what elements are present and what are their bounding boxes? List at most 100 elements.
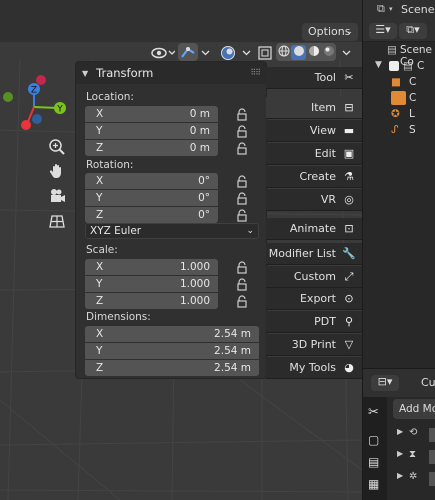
- expand-triangle-icon[interactable]: ▶: [397, 427, 403, 436]
- tab-view[interactable]: View ▬: [266, 120, 362, 142]
- checkbox-icon[interactable]: [389, 61, 399, 71]
- camera-icon[interactable]: [46, 187, 68, 209]
- zoom-icon[interactable]: [46, 138, 68, 160]
- lock-icon[interactable]: [236, 175, 248, 189]
- collapse-triangle-icon[interactable]: ▼: [82, 69, 88, 78]
- tab-label: Export: [299, 292, 336, 305]
- scale-y-field[interactable]: Y 1.000: [85, 276, 218, 292]
- scale-z-field[interactable]: Z 1.000: [85, 293, 218, 309]
- tab-label: VR: [320, 193, 336, 206]
- axis-label: Y: [96, 192, 103, 204]
- add-modifier-button[interactable]: Add Modi: [393, 399, 435, 419]
- editor-type-icon[interactable]: ☰▾: [369, 23, 397, 39]
- outliner-row-label: C: [409, 92, 417, 104]
- lock-icon[interactable]: [236, 278, 248, 292]
- scene-icon[interactable]: ⧉: [377, 2, 385, 16]
- scale-x-field[interactable]: X 1.000: [85, 259, 218, 275]
- render-properties-icon[interactable]: ▢: [368, 433, 379, 447]
- dimensions-z-field[interactable]: Z 2.54 m: [85, 360, 259, 376]
- cube-row[interactable]: C: [363, 91, 435, 106]
- ortho-grid-icon[interactable]: [46, 212, 68, 234]
- location-z-field[interactable]: Z 0 m: [85, 140, 218, 156]
- 3d-viewport[interactable]: Options ⌄ Z Y ▼ Transform ⠿⠿ Location: X…: [0, 0, 362, 500]
- overlays-icon[interactable]: [218, 43, 238, 63]
- output-properties-icon[interactable]: ▤: [368, 455, 379, 469]
- editor-type-icon[interactable]: ⊟▾: [371, 375, 399, 391]
- tab-label: Modifier List: [268, 247, 336, 260]
- tool-icon: ✂: [344, 70, 354, 84]
- modifier-name-field[interactable]: [429, 472, 435, 486]
- tab-edit[interactable]: Edit ▣: [266, 143, 362, 165]
- scene-collection-row[interactable]: ▤ Scene Co: [363, 44, 435, 68]
- drag-handle-icon[interactable]: ⠿⠿: [250, 68, 261, 77]
- tab-pdt[interactable]: PDT ⚲: [266, 311, 362, 333]
- modifier-row[interactable]: ▶ ⟲: [391, 427, 435, 445]
- expand-triangle-icon[interactable]: ▼: [375, 60, 382, 70]
- panel-title: Transform: [96, 66, 154, 80]
- tab-my-tools[interactable]: My Tools ◕: [266, 357, 362, 379]
- rotation-y-field[interactable]: Y 0°: [85, 190, 218, 206]
- gizmo-toggle-icon[interactable]: [178, 43, 198, 61]
- collection-row[interactable]: ▼ ▤ C: [363, 60, 435, 74]
- tab-3d-print[interactable]: 3D Print ▽: [266, 334, 362, 356]
- outliner-row-label: L: [409, 108, 415, 120]
- gizmo-y-label: Y: [56, 105, 63, 115]
- chevron-down-icon[interactable]: [340, 43, 352, 63]
- tab-vr[interactable]: VR ◎: [266, 189, 362, 211]
- display-mode-icon[interactable]: ⧉▾: [399, 23, 427, 39]
- chevron-down-icon[interactable]: ▾: [389, 5, 393, 13]
- lock-icon[interactable]: [236, 209, 248, 223]
- expand-triangle-icon[interactable]: ▶: [397, 471, 403, 480]
- outliner-row-label: C: [417, 60, 425, 72]
- chevron-down-icon: ⌄: [246, 226, 254, 236]
- animate-icon: ⊡: [344, 221, 354, 235]
- tab-label: Tool: [314, 71, 336, 84]
- dimensions-y-field[interactable]: Y 2.54 m: [85, 343, 259, 359]
- lock-icon[interactable]: [236, 261, 248, 275]
- view-layer-icon[interactable]: ▦: [368, 477, 379, 491]
- tab-animate[interactable]: Animate ⊡: [266, 218, 362, 240]
- tab-create[interactable]: Create ⚗: [266, 166, 362, 188]
- modifier-name-field[interactable]: [429, 450, 435, 464]
- lock-icon[interactable]: [236, 295, 248, 309]
- xray-toggle-icon[interactable]: [256, 43, 274, 63]
- modifier-name-field[interactable]: [429, 428, 435, 442]
- lock-icon[interactable]: [236, 192, 248, 206]
- dimensions-x-field[interactable]: X 2.54 m: [85, 326, 259, 342]
- options-dropdown[interactable]: Options ⌄: [302, 23, 358, 41]
- rendered-shading-icon[interactable]: [321, 45, 336, 60]
- rotation-z-field[interactable]: Z 0°: [85, 207, 218, 223]
- modifier-row[interactable]: ▶ ⧗: [391, 449, 435, 467]
- visibility-eye-icon[interactable]: [150, 43, 176, 63]
- light-row[interactable]: ✪ L: [363, 108, 435, 122]
- rotation-mode-dropdown[interactable]: XYZ Euler ⌄: [85, 223, 259, 239]
- location-y-field[interactable]: Y 0 m: [85, 123, 218, 139]
- location-x-field[interactable]: X 0 m: [85, 106, 218, 122]
- chevron-down-icon[interactable]: [240, 43, 252, 63]
- material-shading-icon[interactable]: [306, 45, 321, 60]
- expand-triangle-icon[interactable]: ▶: [397, 449, 403, 458]
- tab-modifier-list[interactable]: Modifier List 🔧: [266, 243, 362, 265]
- lock-icon[interactable]: [236, 142, 248, 156]
- lock-icon[interactable]: [236, 108, 248, 122]
- chevron-down-icon[interactable]: [199, 43, 211, 63]
- lock-icon[interactable]: [236, 125, 248, 139]
- curve-object-icon: ᔑ: [391, 124, 399, 136]
- transform-panel-header[interactable]: ▼ Transform ⠿⠿: [76, 62, 266, 84]
- object-row[interactable]: ᔑ S: [363, 124, 435, 138]
- scene-name[interactable]: Scene: [401, 3, 435, 16]
- tab-custom[interactable]: Custom ⤢: [266, 266, 362, 288]
- wireframe-shading-icon[interactable]: [276, 45, 291, 60]
- print-icon: ▽: [344, 337, 354, 351]
- solid-shading-icon[interactable]: [291, 44, 306, 60]
- tab-tool[interactable]: Tool ✂: [266, 67, 362, 89]
- tab-item[interactable]: Item ⊟: [266, 97, 362, 119]
- camera-row[interactable]: ■ C: [363, 76, 435, 90]
- modifier-row[interactable]: ▶ ✲: [391, 471, 435, 489]
- navigation-gizmo[interactable]: Z Y: [0, 68, 80, 138]
- tool-properties-icon[interactable]: ✂: [368, 405, 379, 420]
- pan-hand-icon[interactable]: [46, 162, 68, 184]
- field-value: 2.54 m: [214, 328, 251, 340]
- tab-export[interactable]: Export ⊙: [266, 288, 362, 310]
- rotation-x-field[interactable]: X 0°: [85, 173, 218, 189]
